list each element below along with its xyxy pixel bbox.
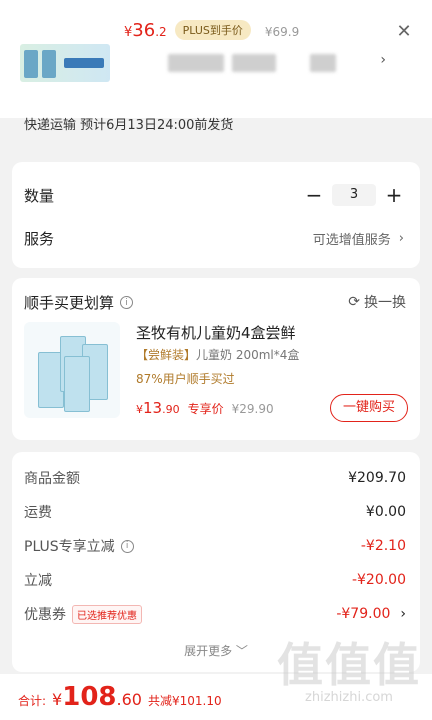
coupon-selected-badge: 已选推荐优惠 [72, 604, 142, 624]
shipping-estimate: 快递运输 预计6月13日24:00前发货 [24, 118, 234, 133]
addon-buyers-stat: 87%用户顺手买过 [136, 372, 235, 386]
addon-recommendation-card: 顺手买更划算 i ⟳ 换一换 圣牧有机儿童奶4盒尝鲜 【尝鲜装】儿童奶 200m… [12, 278, 420, 440]
chevron-right-icon: › [398, 231, 404, 246]
site-watermark: 值值值 zhizhizhi.com [277, 638, 421, 705]
increase-quantity-button[interactable]: + [384, 185, 404, 205]
service-value: 可选增值服务 [312, 233, 391, 248]
quantity-stepper: − 3 + [304, 184, 404, 206]
fee-row-plus-discount: PLUS专享立减 i -¥2.10 [24, 538, 406, 555]
fee-row-shipping: 运费 ¥0.00 [24, 504, 406, 521]
service-label: 服务 [24, 230, 55, 248]
fee-row-instant-discount: 立减 -¥20.00 [24, 572, 406, 589]
addon-price: ¥13.90 专享价 ¥29.90 [136, 399, 274, 417]
chevron-right-icon: › [400, 606, 406, 622]
one-click-buy-button[interactable]: 一键购买 [330, 394, 408, 422]
product-summary-bar: ¥36.2 PLUS到手价 ¥69.9 ✕ › [0, 0, 432, 118]
addon-title: 顺手买更划算 i [24, 292, 134, 313]
order-options-card: 数量 − 3 + 服务 可选增值服务 › [12, 162, 420, 268]
addon-product-spec: 【尝鲜装】儿童奶 200ml*4盒 [136, 348, 300, 362]
order-total: 合计: ¥ 108 .60 共减¥101.10 [18, 682, 222, 712]
quantity-label: 数量 [24, 186, 55, 205]
service-row[interactable]: 服务 可选增值服务 › [24, 228, 404, 249]
addon-original-price: ¥29.90 [231, 402, 274, 416]
info-icon[interactable]: i [120, 539, 134, 553]
fee-row-coupon[interactable]: 优惠券 已选推荐优惠 -¥79.00 › [24, 604, 406, 624]
quantity-row: 数量 − 3 + [24, 184, 404, 206]
addon-product-name[interactable]: 圣牧有机儿童奶4盒尝鲜 [136, 322, 296, 343]
blurred-spec-text [168, 54, 224, 72]
refresh-button[interactable]: ⟳ 换一换 [348, 292, 406, 312]
chevron-down-icon: ﹀ [235, 644, 248, 658]
plus-price: ¥36.2 [124, 20, 167, 41]
price-row: ¥36.2 PLUS到手价 ¥69.9 [124, 20, 299, 42]
service-selector[interactable]: 可选增值服务 › [313, 229, 404, 248]
total-savings: 共减¥101.10 [147, 694, 222, 708]
original-price: ¥69.9 [264, 25, 300, 39]
blurred-spec-text [232, 54, 276, 72]
close-icon[interactable]: ✕ [396, 23, 412, 41]
fee-row-subtotal: 商品金额 ¥209.70 [24, 470, 406, 487]
addon-product-image[interactable] [24, 322, 120, 418]
info-icon[interactable]: i [120, 296, 134, 309]
refresh-icon: ⟳ [348, 294, 360, 310]
blurred-spec-text [310, 54, 336, 72]
plus-price-tag: PLUS到手价 [174, 20, 251, 40]
product-thumbnail[interactable] [20, 44, 110, 82]
quantity-input[interactable]: 3 [332, 184, 376, 206]
decrease-quantity-button[interactable]: − [304, 185, 324, 205]
exclusive-price-label: 专享价 [187, 402, 224, 416]
chevron-right-icon[interactable]: › [380, 52, 386, 68]
